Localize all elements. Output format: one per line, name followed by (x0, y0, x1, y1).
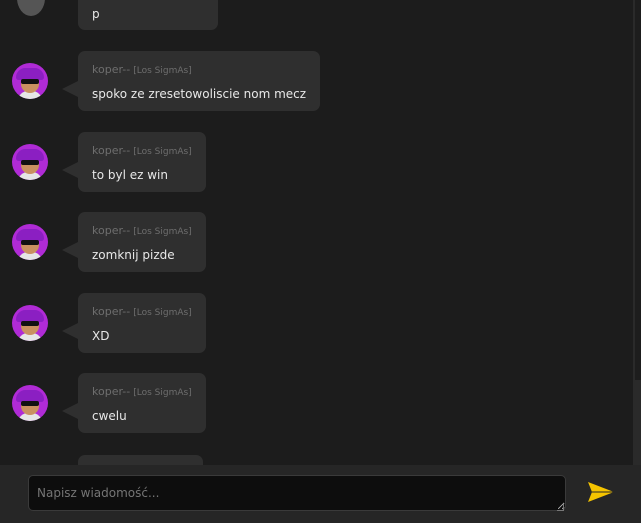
message-input[interactable] (28, 475, 566, 511)
chat-message: koper-- [Los SigmAs] zomknij pizde (0, 212, 633, 282)
author-name[interactable]: koper-- (92, 305, 130, 318)
author-name[interactable]: koper-- (92, 224, 130, 237)
message-text: to byl ez win (92, 168, 168, 182)
message-bubble: koper-- [Los SigmAs] zomknij pizde (62, 212, 206, 272)
clan-tag: [Los SigmAs] (133, 388, 192, 398)
send-button[interactable] (586, 480, 616, 504)
message-bubble: koper-- [Los SigmAs] cwelu (62, 373, 206, 433)
author-name[interactable]: koper-- (92, 144, 130, 157)
avatar[interactable] (12, 63, 48, 99)
avatar[interactable] (12, 305, 48, 341)
message-bubble: p (78, 0, 218, 30)
clan-tag: [Los SigmAs] (133, 308, 192, 318)
author-name[interactable]: koper-- (92, 63, 130, 76)
scrollbar-thumb[interactable] (635, 0, 641, 380)
chat-scrollbar[interactable] (633, 0, 641, 465)
chat-messages-area[interactable]: p koper-- [Los SigmAs] spoko ze zresetowo… (0, 0, 633, 465)
message-text: spoko ze zresetowoliscie nom mecz (92, 87, 307, 101)
chat-message: koper-- [Los SigmAs] spoko ze zresetowoli… (0, 51, 633, 121)
clan-tag: [Los SigmAs] (133, 227, 192, 237)
author-name[interactable]: koper-- (92, 385, 130, 398)
message-text: p (92, 7, 100, 21)
clan-tag: [Los SigmAs] (133, 147, 192, 157)
message-bubble: koper-- [Los SigmAs] XD (62, 293, 206, 353)
message-text: XD (92, 329, 110, 343)
clan-tag: [Los SigmAs] (133, 66, 192, 76)
chat-message: koper-- [Los SigmAs] to byl ez win (0, 132, 633, 202)
avatar[interactable] (12, 385, 48, 421)
message-composer (0, 465, 641, 523)
avatar[interactable] (17, 0, 45, 16)
message-bubble: koper-- [Los SigmAs] to byl ez win (62, 132, 206, 192)
avatar[interactable] (12, 144, 48, 180)
partial-message-bubble (78, 455, 203, 465)
message-bubble: koper-- [Los SigmAs] spoko ze zresetowoli… (62, 51, 320, 111)
chat-message: koper-- [Los SigmAs] cwelu (0, 373, 633, 443)
avatar[interactable] (12, 224, 48, 260)
send-arrow-icon (588, 482, 614, 502)
chat-message: koper-- [Los SigmAs] XD (0, 293, 633, 363)
message-text: cwelu (92, 409, 127, 423)
resize-handle-icon[interactable] (557, 504, 564, 511)
message-text: zomknij pizde (92, 248, 175, 262)
